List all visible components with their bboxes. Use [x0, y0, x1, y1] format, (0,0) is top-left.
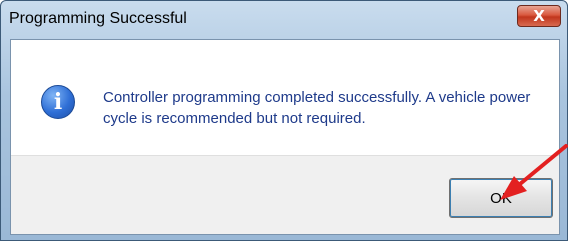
window-title: Programming Successful — [9, 10, 187, 27]
dialog-window: Programming Successful X i Controller pr… — [0, 0, 568, 241]
close-icon: X — [533, 7, 545, 25]
title-bar[interactable]: Programming Successful X — [1, 1, 567, 39]
close-button[interactable]: X — [517, 5, 561, 27]
dialog-body: i Controller programming completed succe… — [10, 39, 560, 235]
message-area: i Controller programming completed succe… — [11, 40, 559, 158]
dialog-message: Controller programming completed success… — [103, 89, 531, 127]
button-bar: OK — [11, 155, 559, 234]
info-icon: i — [41, 85, 75, 119]
ok-button[interactable]: OK — [449, 178, 553, 218]
